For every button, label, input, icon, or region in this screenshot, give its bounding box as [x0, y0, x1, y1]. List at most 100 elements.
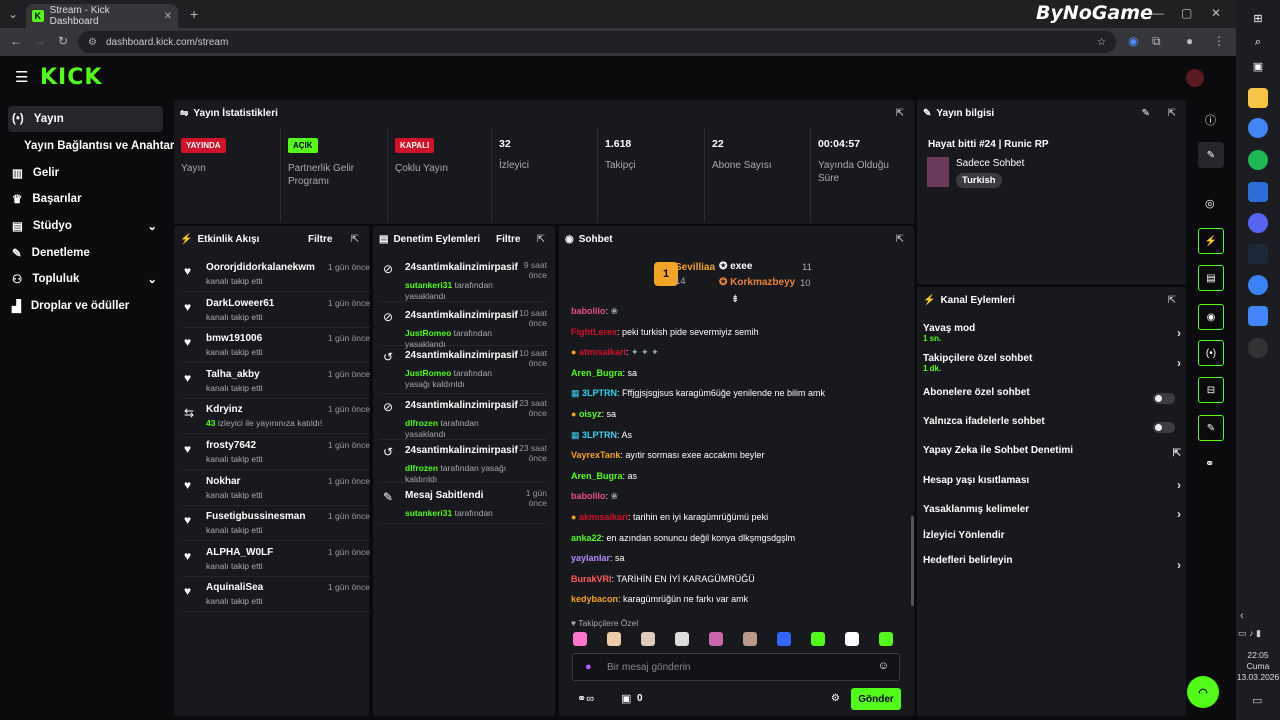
spotify-icon[interactable] — [1248, 150, 1268, 170]
browser-tab[interactable]: K Stream - Kick Dashboard ✕ — [26, 4, 178, 28]
support-chat-button[interactable]: ◠ — [1187, 676, 1219, 708]
channel-action-5[interactable]: Yapay Zeka ile Sohbet Denetimi ⇱ — [923, 445, 1181, 467]
moderation-row[interactable]: ✎ Mesaj Sabitlendi sutankeri31 tarafından 1… — [379, 486, 547, 524]
profile-icon[interactable]: ● — [1186, 34, 1193, 48]
moderation-row[interactable]: ⊘ 24santimkalinzimirpasif dlfrozen tarafın… — [379, 396, 547, 440]
steam-icon[interactable] — [1248, 244, 1268, 264]
popout-icon[interactable]: ⇱ — [1168, 295, 1176, 306]
broadcast-rail-button[interactable]: (•) — [1198, 340, 1224, 366]
chat-username[interactable]: Aren_Bugra — [571, 368, 623, 378]
clock[interactable]: 22:05 Cuma 13.03.2026 — [1236, 650, 1280, 683]
list-item[interactable]: ♥ AquinaliSea kanalı takip etti 1 gün önce — [182, 578, 370, 613]
google-icon[interactable] — [1248, 306, 1268, 326]
channel-action-4[interactable]: Yalnızca ifadelerle sohbet — [923, 416, 1181, 438]
chat-settings-icon[interactable]: ⚙ — [831, 693, 840, 704]
sidebar-item-gelir[interactable]: ▥ Gelir — [8, 160, 163, 186]
chat-username[interactable]: BurakVRI — [571, 574, 612, 584]
chrome-icon[interactable] — [1248, 118, 1268, 138]
tab-close-icon[interactable]: ✕ — [164, 11, 172, 22]
list-item[interactable]: ♥ Fusetigbussinesman kanalı takip etti 1 gü… — [182, 507, 370, 542]
sidebar-item-yayin[interactable]: (•) Yayın — [8, 106, 163, 132]
browser-menu-icon[interactable]: ⋮ — [1213, 34, 1225, 48]
filter-button[interactable]: Filtre — [496, 234, 520, 245]
list-item[interactable]: ♥ Nokhar kanalı takip etti 1 gün önce — [182, 472, 370, 506]
list-item[interactable]: ♥ bmw191006 kanalı takip etti 1 gün önce — [182, 329, 370, 364]
chat-username[interactable]: atmısaikari — [579, 347, 626, 357]
sidebar-item-droplar[interactable]: ▟ Droplar ve ödüller — [8, 293, 163, 319]
chat-username[interactable]: VayrexTank — [571, 450, 620, 460]
edit-rail-button[interactable]: ✎ — [1198, 142, 1224, 168]
edit-icon[interactable]: ✎ — [1142, 108, 1150, 119]
toggle-switch[interactable] — [1153, 393, 1175, 404]
cast-icon[interactable]: ◉ — [1128, 34, 1138, 48]
emote-icon[interactable] — [743, 632, 757, 646]
tag-pill[interactable]: Turkish — [956, 173, 1002, 188]
moderation-row[interactable]: ⊘ 24santimkalinzimirpasif JustRomeo tarafı… — [379, 306, 547, 349]
emote-icon[interactable] — [811, 632, 825, 646]
chat-username[interactable]: oisyz — [579, 409, 602, 419]
user-avatar[interactable] — [1186, 69, 1204, 87]
sidebar-item-stream-key[interactable]: Yayın Bağlantısı ve Anahtarı — [8, 133, 180, 159]
document-rail-button[interactable]: ▤ — [1198, 265, 1224, 291]
microphone-icon[interactable]: ● — [585, 661, 592, 673]
popout-icon[interactable]: ⇱ — [896, 108, 904, 119]
chat-username[interactable]: yaylanlar — [571, 553, 610, 563]
search-icon[interactable]: ⌕ — [1248, 32, 1268, 52]
notification-icon[interactable]: ▭ — [1252, 694, 1262, 707]
gift-icon[interactable]: ▣ — [621, 692, 631, 705]
new-tab-icon[interactable]: + — [190, 6, 198, 22]
filter-button[interactable]: Filtre — [308, 234, 332, 245]
toggle-switch[interactable] — [1153, 422, 1175, 433]
chat-username[interactable]: 3LPTRN — [582, 430, 617, 440]
channel-action-3[interactable]: Abonelere özel sohbet — [923, 387, 1181, 409]
camera-icon[interactable]: ◎ — [1205, 197, 1215, 210]
windows-start-icon[interactable]: ⊞ — [1248, 8, 1268, 28]
emote-icon[interactable] — [845, 632, 859, 646]
popout-icon[interactable]: ⇱ — [537, 234, 545, 245]
sidebar-item-topluluk[interactable]: ⚇ Topluluk ⌄ — [8, 266, 163, 292]
moderation-row[interactable]: ⊘ 24santimkalinzimirpasif sutankeri31 tara… — [379, 258, 547, 302]
chat-username[interactable]: babolilo — [571, 306, 606, 316]
sidebar-item-denetleme[interactable]: ✎ Denetleme — [8, 240, 163, 266]
app-icon[interactable] — [1248, 275, 1268, 295]
chat-username[interactable]: FightLerex — [571, 327, 617, 337]
emote-icon[interactable] — [675, 632, 689, 646]
chat-input[interactable]: ● Bir mesaj gönderin ☺ — [572, 653, 900, 681]
popout-icon[interactable]: ⇱ — [1168, 108, 1176, 119]
chat-scrollbar[interactable] — [911, 516, 914, 606]
discord-icon[interactable] — [1248, 213, 1268, 233]
tab-search-icon[interactable]: ⌄ — [8, 7, 18, 21]
channel-action-9[interactable]: Hedefleri belirleyin › — [923, 555, 1181, 577]
moderation-row[interactable]: ↺ 24santimkalinzimirpasif dlfrozen tarafın… — [379, 441, 547, 484]
chat-username[interactable]: akmısaikari — [579, 512, 628, 522]
app-icon[interactable] — [1248, 182, 1268, 202]
url-field[interactable]: ⚙ dashboard.kick.com/stream ☆ — [78, 31, 1116, 53]
channel-action-6[interactable]: Hesap yaşı kısıtlaması › — [923, 475, 1181, 497]
emote-icon[interactable] — [879, 632, 893, 646]
kick-logo[interactable]: KICK — [40, 65, 102, 90]
obs-icon[interactable] — [1248, 338, 1268, 358]
site-info-icon[interactable]: ⚙ — [88, 37, 97, 48]
list-item[interactable]: ♥ frosty7642 kanalı takip etti 1 gün önce — [182, 436, 370, 470]
extensions-icon[interactable]: ⧉ — [1152, 34, 1161, 49]
file-explorer-icon[interactable] — [1248, 88, 1268, 108]
channel-action-8[interactable]: İzleyici Yönlendir — [923, 530, 1181, 552]
hamburger-menu-icon[interactable]: ☰ — [15, 68, 28, 86]
list-item[interactable]: ♥ Oororjdidorkalanekwm kanalı takip etti 1 … — [182, 258, 370, 292]
emote-icon[interactable] — [709, 632, 723, 646]
sidebar-item-studyo[interactable]: ▤ Stüdyo ⌄ — [8, 213, 163, 239]
external-link-icon[interactable]: ⇱ — [1173, 448, 1181, 459]
share-icon[interactable]: ⚭ — [1205, 457, 1214, 470]
popout-icon[interactable]: ⇱ — [351, 234, 359, 245]
share-icon[interactable]: ⚭∞ — [577, 692, 594, 705]
list-item[interactable]: ♥ DarkLoweer61 kanalı takip etti 1 gün önce — [182, 294, 370, 328]
moderation-row[interactable]: ↺ 24santimkalinzimirpasif JustRomeo tarafı… — [379, 346, 547, 394]
channel-action-1[interactable]: Yavaş mod 1 sn. › — [923, 323, 1181, 345]
category-name[interactable]: Sadece Sohbet — [956, 158, 1024, 169]
channel-action-2[interactable]: Takipçilere özel sohbet 1 dk. › — [923, 353, 1181, 375]
send-button[interactable]: Gönder — [851, 688, 901, 710]
chevron-left-icon[interactable]: ‹ — [1240, 610, 1244, 622]
tray-icons[interactable]: ▭ ♪ ▮ — [1238, 628, 1261, 639]
close-window-icon[interactable]: ✕ — [1211, 6, 1221, 20]
task-view-icon[interactable]: ▣ — [1248, 56, 1268, 76]
